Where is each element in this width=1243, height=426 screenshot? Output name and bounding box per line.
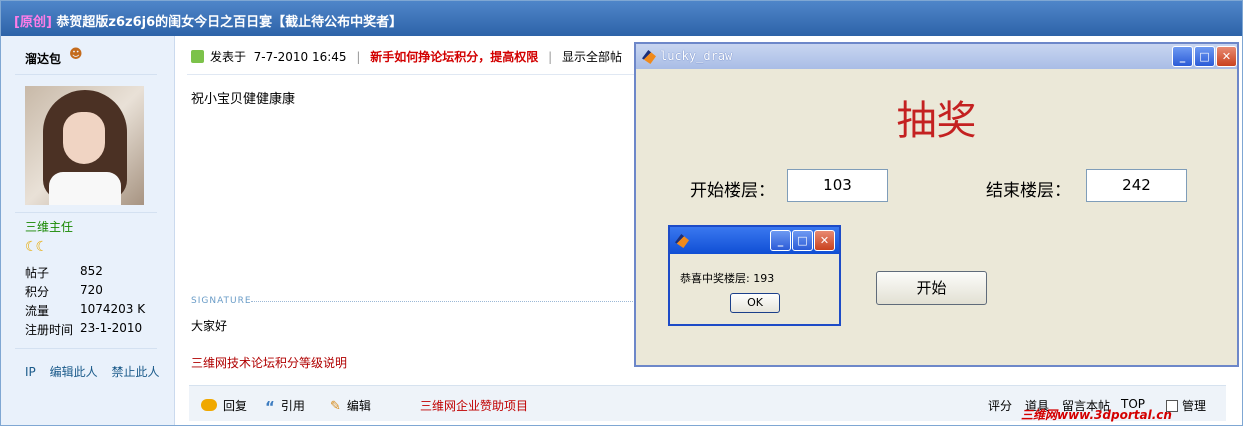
ip-link[interactable]: IP [25,365,36,379]
close-icon[interactable]: ✕ [814,230,835,251]
author-actions: IP 编辑此人 禁止此人 [25,363,169,380]
edit-button[interactable]: ✎ 编辑 [330,397,371,414]
result-message: 恭喜中奖楼层: 193 [680,272,775,285]
ok-button[interactable]: OK [730,293,780,313]
reply-icon [201,399,217,411]
promo-link[interactable]: 新手如何挣论坛积分，提高权限 [370,50,538,64]
draw-heading: 抽奖 [896,98,977,144]
stat-posts: 帖子 852 [25,264,103,281]
maximize-icon[interactable]: □ [1194,46,1215,67]
matlab-icon [642,50,656,64]
stat-label: 流量 [25,304,50,318]
sidebar-divider [15,74,157,75]
maximize-icon[interactable]: □ [792,230,813,251]
signature-divider [251,301,641,302]
show-all-link[interactable]: 显示全部帖 [562,50,622,64]
manage-label: 管理 [1182,399,1207,413]
sponsor-link[interactable]: 三维网企业赞助项目 [420,397,528,414]
start-floor-label: 开始楼层： [690,181,775,201]
window-title: lucky_draw [660,49,733,63]
stat-points: 积分 720 [25,283,103,300]
posted-icon [191,50,204,63]
stat-label: 积分 [25,285,50,299]
signature-text: 大家好 [191,319,228,333]
sidebar-divider [15,212,157,213]
avatar [25,86,144,205]
stat-label: 帖子 [25,266,50,280]
result-dialog: _ □ ✕ 恭喜中奖楼层: 193 OK [668,225,841,326]
dialog-title-bar[interactable]: _ □ ✕ [670,227,839,254]
stat-value: 1074203 K [80,302,146,316]
edit-user-link[interactable]: 编辑此人 [50,365,98,379]
edit-icon: ✎ [330,399,341,414]
stat-registered: 注册时间 23-1-2010 [25,321,142,338]
author-sidebar: 溜达包 ☻ 三维主任 ☾☾ 帖子 852 积分 720 流量 1074203 K… [1,36,175,425]
stat-value: 852 [80,264,103,278]
stat-value: 720 [80,283,103,297]
quote-icon: “ [265,398,275,416]
minimize-icon[interactable]: _ [1172,46,1193,67]
post-message: 祝小宝贝健健康康 [191,92,296,107]
close-icon[interactable]: ✕ [1216,46,1237,67]
rank-moons-icon: ☾☾ [25,239,48,255]
start-floor-field[interactable]: 103 [787,169,888,202]
reply-label: 回复 [223,399,248,413]
manage-toggle[interactable]: 管理 [1166,397,1206,414]
window-title-bar[interactable]: lucky_draw _ □ ✕ [636,44,1237,69]
start-draw-button[interactable]: 开始 [876,271,987,305]
author-name[interactable]: 溜达包 [25,50,61,67]
matlab-icon [675,234,689,248]
thread-title-bar: [原创] 恭贺超版z6z6j6的闺女今日之百日宴【截止待公布中奖者】 [1,1,1242,36]
end-floor-label: 结束楼层： [986,181,1071,201]
posted-time: 7-7-2010 16:45 [253,50,347,64]
rules-link[interactable]: 三维网技术论坛积分等级说明 [191,354,347,371]
rate-link[interactable]: 评分 [988,397,1012,414]
minimize-icon[interactable]: _ [770,230,791,251]
ban-user-link[interactable]: 禁止此人 [111,365,159,379]
stat-value: 23-1-2010 [80,321,143,335]
thread-tag[interactable]: [原创] [14,15,52,30]
reply-button[interactable]: 回复 [201,397,247,414]
end-floor-field[interactable]: 242 [1086,169,1187,202]
quote-button[interactable]: “ 引用 [265,397,305,416]
sidebar-divider [15,348,157,349]
stat-traffic: 流量 1074203 K [25,302,145,319]
edit-label: 编辑 [346,399,371,413]
signature-label: SIGNATURE [191,296,252,306]
stat-label: 注册时间 [25,323,74,337]
gender-icon: ☻ [69,47,83,62]
quote-label: 引用 [280,399,305,413]
posted-prefix: 发表于 [210,50,247,64]
thread-title: 恭贺超版z6z6j6的闺女今日之百日宴【截止待公布中奖者】 [56,15,403,30]
post-meta: 发表于 7-7-2010 16:45 | 新手如何挣论坛积分，提高权限 | 显示… [191,48,622,65]
author-rank: 三维主任 [25,220,74,234]
site-watermark: 三维网www.3dportal.cn [1021,408,1172,422]
